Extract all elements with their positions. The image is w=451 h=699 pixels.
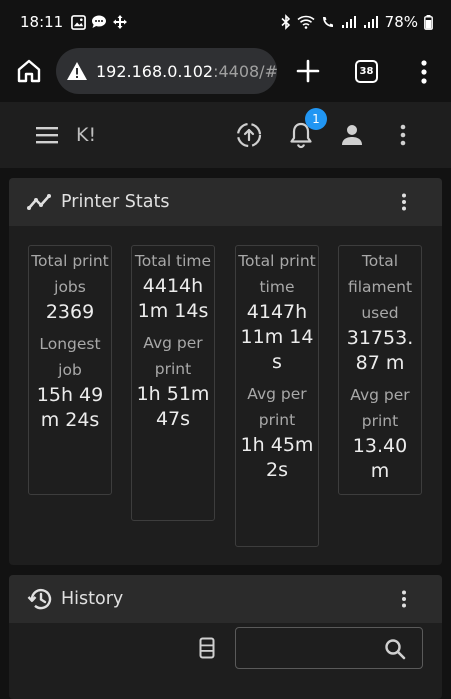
stat-value: 4147h 11m 14s [240,301,314,373]
gallery-icon [71,14,87,30]
stat-label: Avg per print [350,386,410,430]
history-card: History [9,575,442,699]
stat-value: 1h 51m 47s [136,383,210,430]
printer-stats-header: Printer Stats [9,178,442,226]
stat-box-print-jobs: Total print jobs 2369 Longest job 15h 49… [28,245,112,495]
wifi-calling-icon [322,17,333,27]
wifi-icon [297,15,315,29]
printer-stats-title: Printer Stats [61,192,170,212]
stat-value: 31753.87 m [346,327,414,374]
app-title: K! [76,124,97,146]
user-account-icon[interactable] [340,123,364,147]
stat-label: Total filament used [347,252,413,322]
signal-icon [341,16,356,28]
stat-box-total-time: Total time 4414h 1m 14s Avg per print 1h… [131,245,215,521]
address-bar[interactable]: 192.168.0.102:4408/# [56,48,277,94]
new-tab-icon[interactable] [294,57,322,85]
search-icon[interactable] [384,638,406,660]
stat-value: 1h 45m 2s [240,434,314,481]
upload-icon[interactable] [236,122,262,148]
home-icon[interactable] [16,58,42,84]
signal-2-icon [363,16,378,28]
stat-box-filament: Total filament used 31753.87 m Avg per p… [338,245,422,495]
app-header: K! [0,102,451,168]
stat-label: Longest job [39,335,101,379]
browser-menu-icon[interactable] [412,58,436,86]
history-menu-icon[interactable] [396,589,412,609]
stat-value: 2369 [45,301,95,323]
stat-label: Avg per print [143,334,203,378]
chart-line-icon [27,194,51,210]
printer-stats-menu-icon[interactable] [396,192,412,212]
history-search-box[interactable] [235,627,423,669]
app-menu-icon[interactable] [395,123,411,147]
tab-switcher-button[interactable]: 38 [355,60,378,83]
stat-label: Total print jobs [31,252,109,296]
stat-box-print-time: Total print time 4147h 11m 14s Avg per p… [235,245,319,547]
status-time: 18:11 [20,13,64,31]
move-icon [113,15,128,29]
chat-icon [92,15,107,28]
warning-icon[interactable] [66,60,88,82]
stat-value: 4414h 1m 14s [137,275,209,322]
history-header: History [9,575,442,623]
history-search-input[interactable] [246,636,376,660]
stat-label: Total print time [238,252,316,296]
stat-value: 13.40 m [352,435,408,482]
status-bar: 18:11 78% [0,0,451,44]
battery-percent: 78% [384,13,418,31]
columns-toggle-icon[interactable] [199,637,215,659]
notification-badge: 1 [305,108,327,130]
stat-label: Total time [134,252,212,270]
browser-toolbar: 192.168.0.102:4408/# 38 [0,44,451,100]
stat-label: Avg per print [247,385,307,429]
stat-value: 15h 49m 24s [36,384,104,431]
history-title: History [61,589,124,609]
printer-stats-card: Printer Stats Total print jobs 2369 Long… [9,178,442,565]
battery-icon [424,14,433,30]
history-icon [27,588,52,610]
bluetooth-icon [281,14,290,30]
hamburger-menu-icon[interactable] [36,126,58,144]
url-text[interactable]: 192.168.0.102:4408/# [96,62,277,81]
